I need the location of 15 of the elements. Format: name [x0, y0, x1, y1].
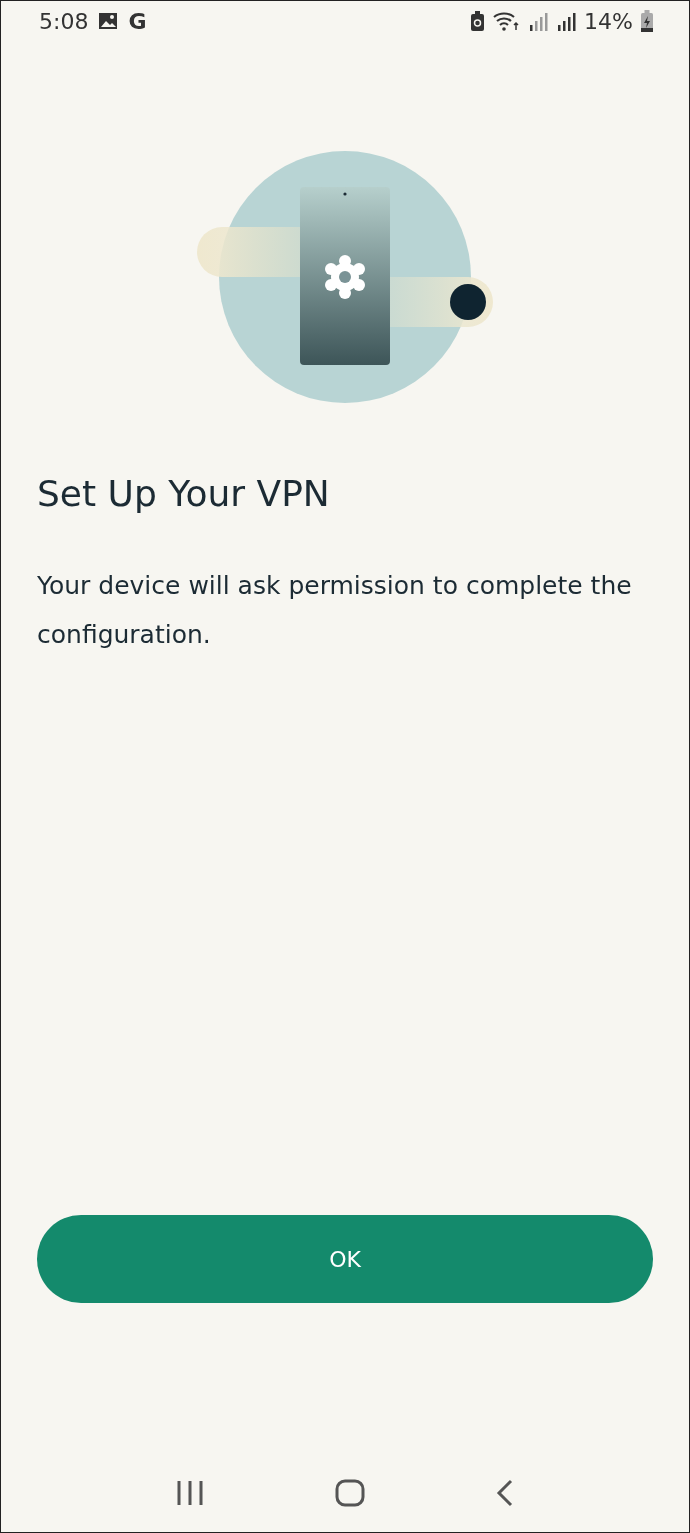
- app-letter: G: [128, 8, 147, 34]
- battery-charging-icon: [641, 10, 653, 32]
- permission-message: Your device will ask permission to complete the configuration.: [37, 570, 633, 651]
- home-icon[interactable]: [335, 1479, 365, 1507]
- status-time: 5:08: [39, 8, 89, 34]
- ok-button[interactable]: OK: [37, 1215, 653, 1303]
- image-icon: [98, 12, 119, 30]
- recent-apps-icon[interactable]: [176, 1480, 205, 1506]
- wifi-icon: [492, 11, 521, 31]
- signal-icon: [528, 11, 549, 31]
- back-icon[interactable]: [495, 1479, 514, 1507]
- signal-icon: [556, 11, 577, 31]
- battery-saver-icon: [471, 11, 485, 31]
- battery-percentage: 14%: [584, 8, 633, 34]
- screen-title: Set Up Your VPN: [37, 472, 331, 516]
